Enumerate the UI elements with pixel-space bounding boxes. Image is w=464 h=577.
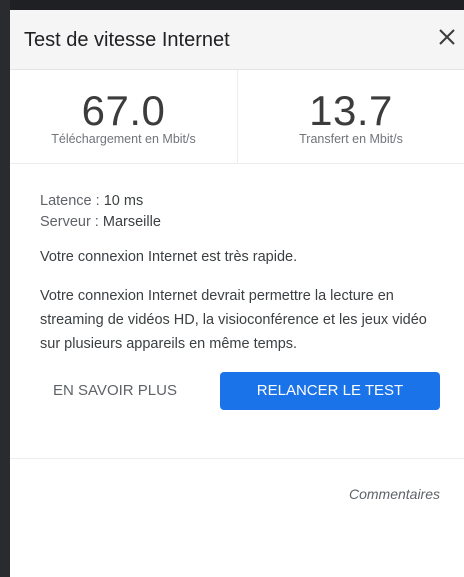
- download-speed-label: Téléchargement en Mbit/s: [51, 132, 196, 146]
- download-speed-value: 67.0: [81, 87, 166, 134]
- footer-divider: [10, 458, 464, 459]
- speed-test-panel: Test de vitesse Internet 67.0 Télécharge…: [10, 10, 464, 577]
- upload-metric: 13.7 Transfert en Mbit/s: [237, 70, 464, 163]
- server-value: Marseille: [102, 214, 161, 230]
- results-body: Latence : 10 ms Serveur : Marseille Votr…: [10, 164, 464, 428]
- upload-speed-label: Transfert en Mbit/s: [299, 132, 403, 146]
- retest-button[interactable]: RELANCER LE TEST: [220, 372, 440, 410]
- feedback-link[interactable]: Commentaires: [349, 486, 440, 502]
- server-separator: :: [90, 214, 103, 230]
- connection-details: Votre connexion Internet devrait permett…: [40, 288, 427, 352]
- download-metric: 67.0 Téléchargement en Mbit/s: [10, 70, 237, 163]
- latency-value: 10 ms: [103, 193, 144, 209]
- latency-line: Latence : 10 ms: [40, 191, 444, 212]
- upload-speed-value: 13.7: [309, 87, 393, 134]
- latency-separator: :: [91, 193, 104, 209]
- latency-label: Latence: [40, 193, 92, 209]
- connection-summary: Votre connexion Internet est très rapide…: [40, 249, 298, 265]
- panel-title: Test de vitesse Internet: [24, 29, 230, 51]
- left-edge: [0, 0, 10, 577]
- panel-header: Test de vitesse Internet: [10, 10, 464, 70]
- action-buttons: EN SAVOIR PLUS RELANCER LE TEST: [40, 368, 444, 428]
- close-icon: [439, 29, 455, 45]
- speed-metrics: 67.0 Téléchargement en Mbit/s 13.7 Trans…: [10, 70, 464, 164]
- server-line: Serveur : Marseille: [40, 212, 444, 233]
- server-label: Serveur: [40, 214, 91, 230]
- learn-more-button[interactable]: EN SAVOIR PLUS: [40, 372, 190, 410]
- close-button[interactable]: [432, 22, 462, 52]
